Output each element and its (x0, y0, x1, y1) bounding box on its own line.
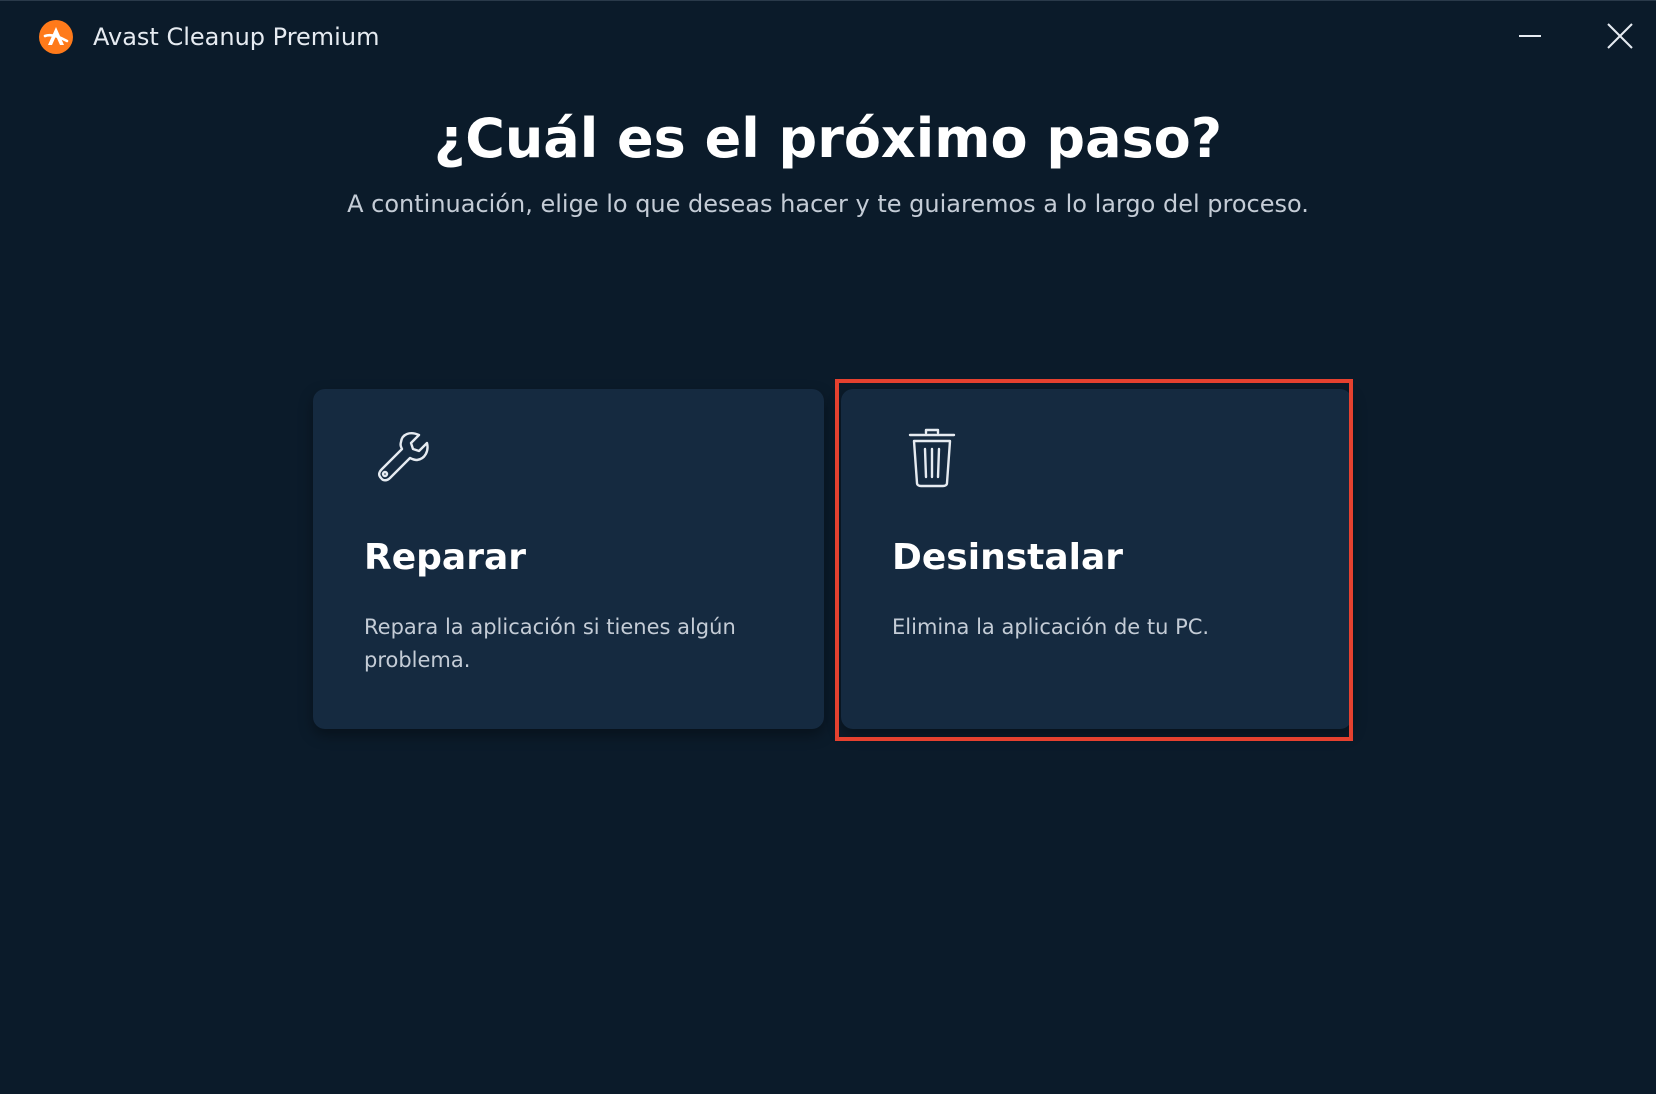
minimize-icon (1519, 35, 1541, 37)
trash-icon (908, 428, 956, 488)
repair-option-card[interactable]: Reparar Repara la aplicación si tienes a… (313, 389, 824, 729)
uninstall-description: Elimina la aplicación de tu PC. (892, 615, 1210, 639)
page-title: ¿Cuál es el próximo paso? (433, 107, 1223, 170)
window-title: Avast Cleanup Premium (93, 23, 380, 51)
close-button[interactable] (1590, 13, 1650, 59)
repair-description: Repara la aplicación si tienes algún pro… (364, 615, 736, 672)
uninstall-title: Desinstalar (892, 537, 1124, 578)
close-icon (1607, 23, 1633, 49)
minimize-button[interactable] (1500, 13, 1560, 59)
avast-logo-icon (39, 20, 73, 54)
uninstall-option-card[interactable]: Desinstalar Elimina la aplicación de tu … (841, 389, 1352, 729)
title-bar[interactable]: Avast Cleanup Premium (0, 1, 1656, 73)
page-subtitle: A continuación, elige lo que deseas hace… (347, 190, 1309, 218)
wrench-icon (378, 432, 429, 482)
app-window: Avast Cleanup Premium ¿Cuál es el próxim… (0, 0, 1656, 1094)
repair-title: Reparar (364, 537, 526, 578)
